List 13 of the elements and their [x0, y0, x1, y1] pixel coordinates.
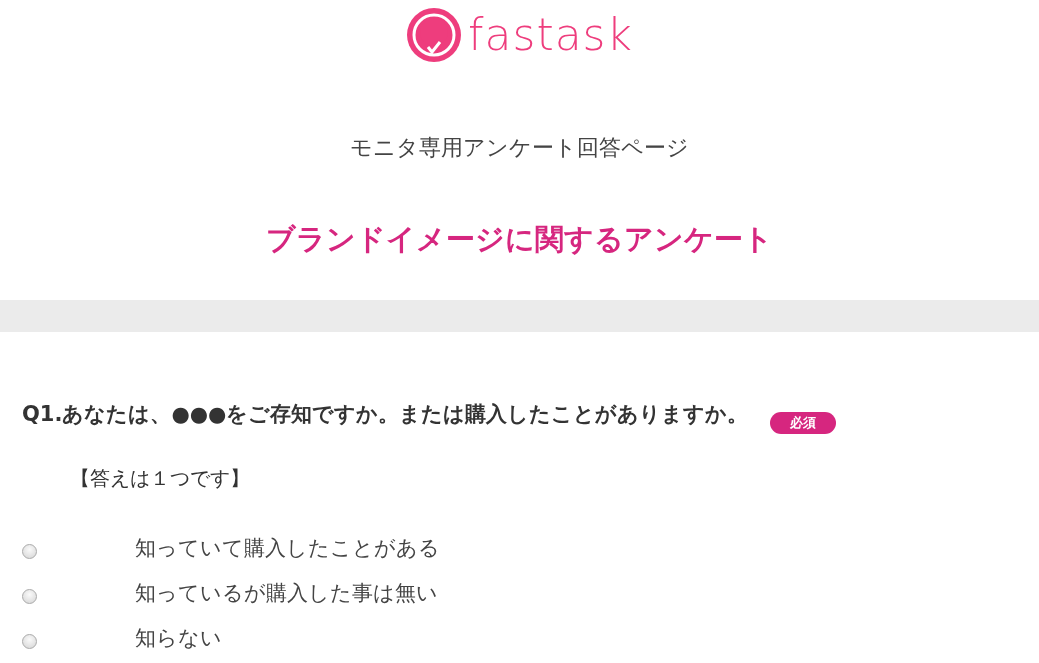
- question-text: Q1.あなたは、●●●をご存知ですか。または購入したことがありますか。: [22, 401, 749, 428]
- radio-button[interactable]: [22, 588, 37, 604]
- instruction-text: 【答えは１つです】: [70, 465, 251, 492]
- logo-text: fastask: [468, 13, 633, 57]
- option-label: 知っていて購入したことがある: [135, 535, 440, 562]
- required-badge: 必須: [770, 412, 837, 434]
- radio-button[interactable]: [22, 543, 37, 559]
- page-subtitle: モニタ専用アンケート回答ページ: [349, 134, 690, 162]
- option-label: 知っているが購入した事は無い: [135, 580, 438, 607]
- radio-button[interactable]: [22, 633, 37, 649]
- option-label: 知らない: [135, 625, 222, 652]
- survey-title: ブランドイメージに関するアンケート: [265, 221, 774, 257]
- logo-icon: [406, 7, 462, 63]
